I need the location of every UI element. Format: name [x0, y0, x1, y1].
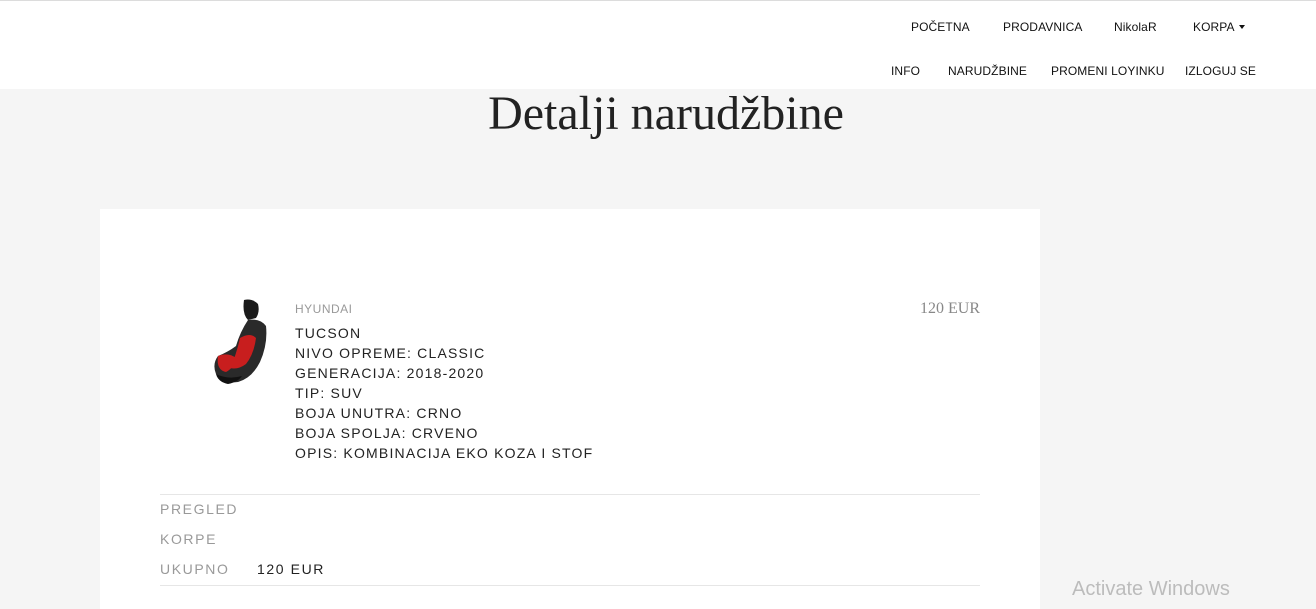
summary-heading-line2: KORPE: [160, 531, 218, 547]
total-label: UKUPNO: [160, 561, 230, 577]
top-navbar: POČETNA PRODAVNICA NikolaR KORPA INFO NA…: [0, 0, 1316, 89]
nav-promeni-lozinku[interactable]: PROMENI LOYINKU: [1051, 64, 1165, 78]
product-price: 120 EUR: [920, 300, 980, 317]
nav-korpa-label: KORPA: [1193, 20, 1235, 34]
car-seat-image: [214, 299, 267, 384]
product-trim-level: NIVO OPREME: CLASSIC: [295, 345, 486, 361]
product-exterior-color: BOJA SPOLJA: CRVENO: [295, 425, 479, 441]
order-details-panel: HYUNDAI 120 EUR TUCSON NIVO OPREME: CLAS…: [100, 209, 1040, 609]
product-interior-color: BOJA UNUTRA: CRNO: [295, 405, 463, 421]
product-brand: HYUNDAI: [295, 302, 353, 316]
page-title: Detalji narudžbine: [488, 87, 844, 140]
nav-prodavnica[interactable]: PRODAVNICA: [1003, 20, 1082, 34]
nav-pocetna[interactable]: POČETNA: [911, 20, 970, 34]
nav-user-nikolar[interactable]: NikolaR: [1114, 20, 1157, 34]
summary-heading-line1: PREGLED: [160, 501, 239, 517]
windows-activation-watermark: Activate Windows: [1072, 578, 1230, 600]
divider: [160, 494, 980, 495]
product-description: OPIS: KOMBINACIJA EKO KOZA I STOF: [295, 445, 594, 461]
total-value: 120 EUR: [257, 561, 326, 577]
divider: [160, 585, 980, 586]
product-model: TUCSON: [295, 325, 362, 341]
nav-narudzbine[interactable]: NARUDŽBINE: [948, 64, 1027, 78]
product-generation: GENERACIJA: 2018-2020: [295, 365, 485, 381]
nav-info[interactable]: INFO: [891, 64, 920, 78]
caret-down-icon: [1238, 25, 1245, 29]
nav-korpa-dropdown[interactable]: KORPA: [1193, 20, 1245, 34]
nav-izloguj-se[interactable]: IZLOGUJ SE: [1185, 64, 1256, 78]
product-type: TIP: SUV: [295, 385, 363, 401]
